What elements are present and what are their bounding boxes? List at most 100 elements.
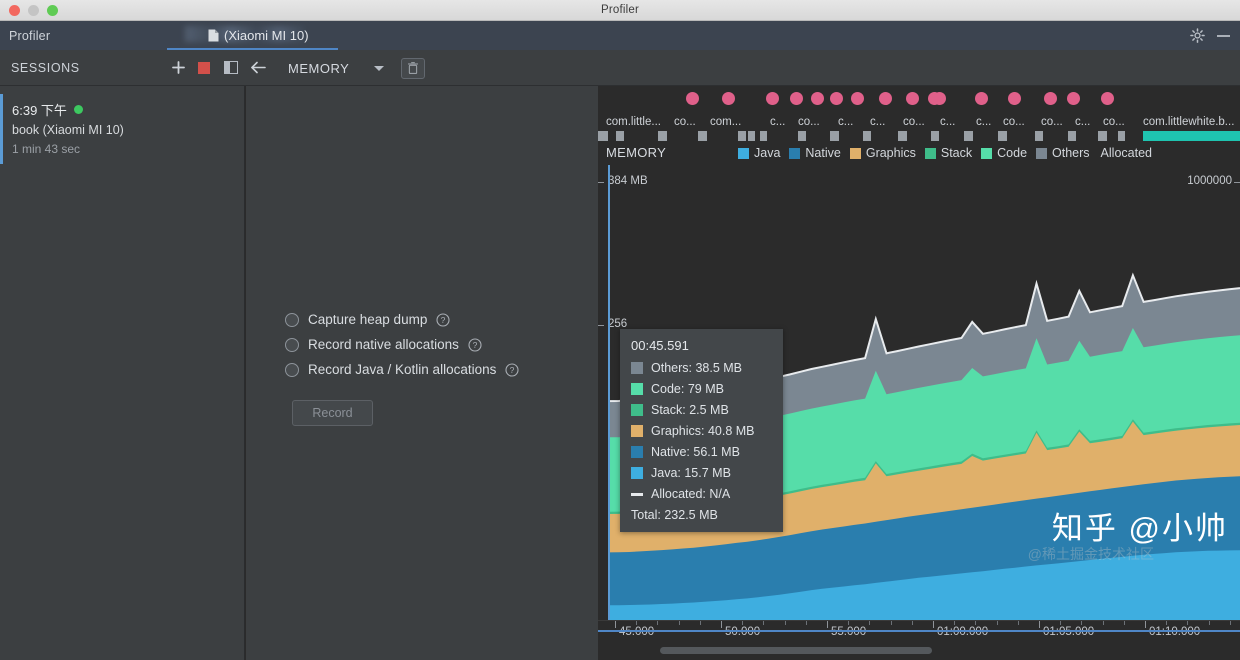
trash-icon[interactable] xyxy=(401,58,425,79)
activity-bar xyxy=(598,131,608,141)
legend-item-stack[interactable]: Stack xyxy=(924,146,973,160)
activity-bar xyxy=(931,131,939,141)
activity-bar xyxy=(798,131,806,141)
session-active-indicator xyxy=(73,105,83,114)
help-icon[interactable]: ? xyxy=(505,362,519,377)
tooltip-row: Java: 15.7 MB xyxy=(631,466,772,480)
time-axis-label: 01:10.000 xyxy=(1149,626,1201,638)
watermark-sub: @稀土掘金技术社区 xyxy=(1027,546,1154,562)
event-marker-dot[interactable] xyxy=(851,92,864,105)
time-tick-major xyxy=(1039,621,1040,628)
legend-item-graphics[interactable]: Graphics xyxy=(849,146,916,160)
event-marker-dot[interactable] xyxy=(975,92,988,105)
legend-label: Native xyxy=(805,146,841,160)
legend-label: Stack xyxy=(940,146,973,160)
tooltip-row: Allocated: N/A xyxy=(631,487,772,501)
event-marker-dot[interactable] xyxy=(811,92,824,105)
event-marker-dot[interactable] xyxy=(790,92,803,105)
chevron-down-icon[interactable] xyxy=(374,66,384,71)
legend-item-code[interactable]: Code xyxy=(981,146,1027,160)
time-axis-label: 45.000 xyxy=(619,626,655,638)
event-marker-dot[interactable] xyxy=(766,92,779,105)
activity-label: c... xyxy=(1075,116,1091,128)
record-options-pane: Capture heap dump ? Record native alloca… xyxy=(246,86,598,660)
legend-swatch xyxy=(1036,147,1048,159)
event-marker-dot[interactable] xyxy=(1101,92,1114,105)
tab-device-label[interactable]: (Xiaomi MI 10) xyxy=(224,28,309,43)
session-list-item[interactable]: 6:39 下午 book (Xiaomi MI 10) 1 min 43 sec xyxy=(0,94,244,164)
activity-label: c... xyxy=(870,116,886,128)
time-tick-minor xyxy=(742,621,744,625)
time-tick-minor xyxy=(763,621,765,625)
activity-bar xyxy=(863,131,871,141)
activity-label: co... xyxy=(674,116,696,128)
toggle-panel-icon[interactable] xyxy=(224,61,238,74)
event-marker-dot[interactable] xyxy=(830,92,843,105)
stop-record-icon[interactable] xyxy=(198,62,210,74)
activity-bar xyxy=(1035,131,1043,141)
help-icon[interactable]: ? xyxy=(436,312,450,327)
time-tick-minor xyxy=(805,621,807,625)
event-marker-dot[interactable] xyxy=(1044,92,1057,105)
activity-label: com.littlewhite.b... xyxy=(1143,116,1235,128)
document-icon xyxy=(208,29,219,42)
record-button[interactable]: Record xyxy=(292,400,373,426)
activity-bar xyxy=(998,131,1007,141)
session-time: 6:39 下午 xyxy=(12,103,67,118)
timeline-cursor[interactable] xyxy=(608,165,610,620)
legend-swatch xyxy=(789,147,801,159)
activity-bar xyxy=(698,131,707,141)
help-icon[interactable]: ? xyxy=(468,337,482,352)
stage-selector-label[interactable]: MEMORY xyxy=(288,61,349,76)
scrollbar-thumb[interactable] xyxy=(660,647,932,654)
tooltip-total: Total: 232.5 MB xyxy=(631,508,718,522)
tooltip-row-label: Native: 56.1 MB xyxy=(651,445,740,459)
time-tick-minor xyxy=(890,621,892,625)
activity-bar xyxy=(1068,131,1076,141)
sessions-header-label: SESSIONS xyxy=(11,61,80,75)
radio-record-java-kotlin-allocations[interactable] xyxy=(285,362,299,377)
svg-text:?: ? xyxy=(441,315,446,325)
tooltip-row: Code: 79 MB xyxy=(631,382,772,396)
legend-item-others[interactable]: Others xyxy=(1036,146,1090,160)
activity-label: c... xyxy=(770,116,786,128)
tooltip-timestamp: 00:45.591 xyxy=(631,338,689,353)
session-app-name: book (Xiaomi MI 10) xyxy=(12,123,124,137)
event-marker-dot[interactable] xyxy=(879,92,892,105)
activity-label: co... xyxy=(1041,116,1063,128)
activity-label: co... xyxy=(798,116,820,128)
gear-icon[interactable] xyxy=(1190,28,1205,43)
svg-text:?: ? xyxy=(510,365,515,375)
plus-icon[interactable] xyxy=(171,60,186,75)
event-marker-dot[interactable] xyxy=(722,92,735,105)
legend-swatch xyxy=(981,147,993,159)
horizontal-scrollbar[interactable] xyxy=(598,642,1240,660)
event-marker-dot[interactable] xyxy=(686,92,699,105)
activity-bar xyxy=(748,131,755,141)
option-capture-heap-dump[interactable]: Capture heap dump ? xyxy=(285,312,519,327)
radio-capture-heap-dump[interactable] xyxy=(285,312,299,327)
minimize-icon[interactable] xyxy=(1217,35,1230,37)
time-axis-label: 50.000 xyxy=(725,626,761,638)
time-tick-major xyxy=(721,621,722,628)
legend-label: Java xyxy=(754,146,781,160)
event-marker-dot[interactable] xyxy=(1067,92,1080,105)
legend-item-native[interactable]: Native xyxy=(789,146,841,160)
legend-item-java[interactable]: Java xyxy=(738,146,780,160)
profiler-toolbar: SESSIONS MEMORY xyxy=(0,50,1240,126)
radio-record-native-allocations[interactable] xyxy=(285,337,299,352)
memory-header: MEMORY Java Native Graphics Stack Code Others… xyxy=(598,141,1240,165)
event-marker-dot[interactable] xyxy=(933,92,946,105)
time-tick-major xyxy=(1145,621,1146,628)
option-record-native-allocations[interactable]: Record native allocations ? xyxy=(285,337,519,352)
time-tick-minor xyxy=(954,621,956,625)
option-record-java-kotlin-allocations[interactable]: Record Java / Kotlin allocations ? xyxy=(285,362,519,377)
event-marker-dot[interactable] xyxy=(906,92,919,105)
activity-label: com... xyxy=(710,116,742,128)
event-strip: com.little... co... com... c... co... c... c..… xyxy=(598,86,1240,141)
time-tick-minor xyxy=(869,621,871,625)
back-arrow-icon[interactable] xyxy=(250,60,267,75)
option-label: Record Java / Kotlin allocations xyxy=(308,362,497,377)
event-marker-dot[interactable] xyxy=(1008,92,1021,105)
memory-plot[interactable]: 384 MB 256 1000000 500000 00:45.591 Othe… xyxy=(598,165,1240,620)
